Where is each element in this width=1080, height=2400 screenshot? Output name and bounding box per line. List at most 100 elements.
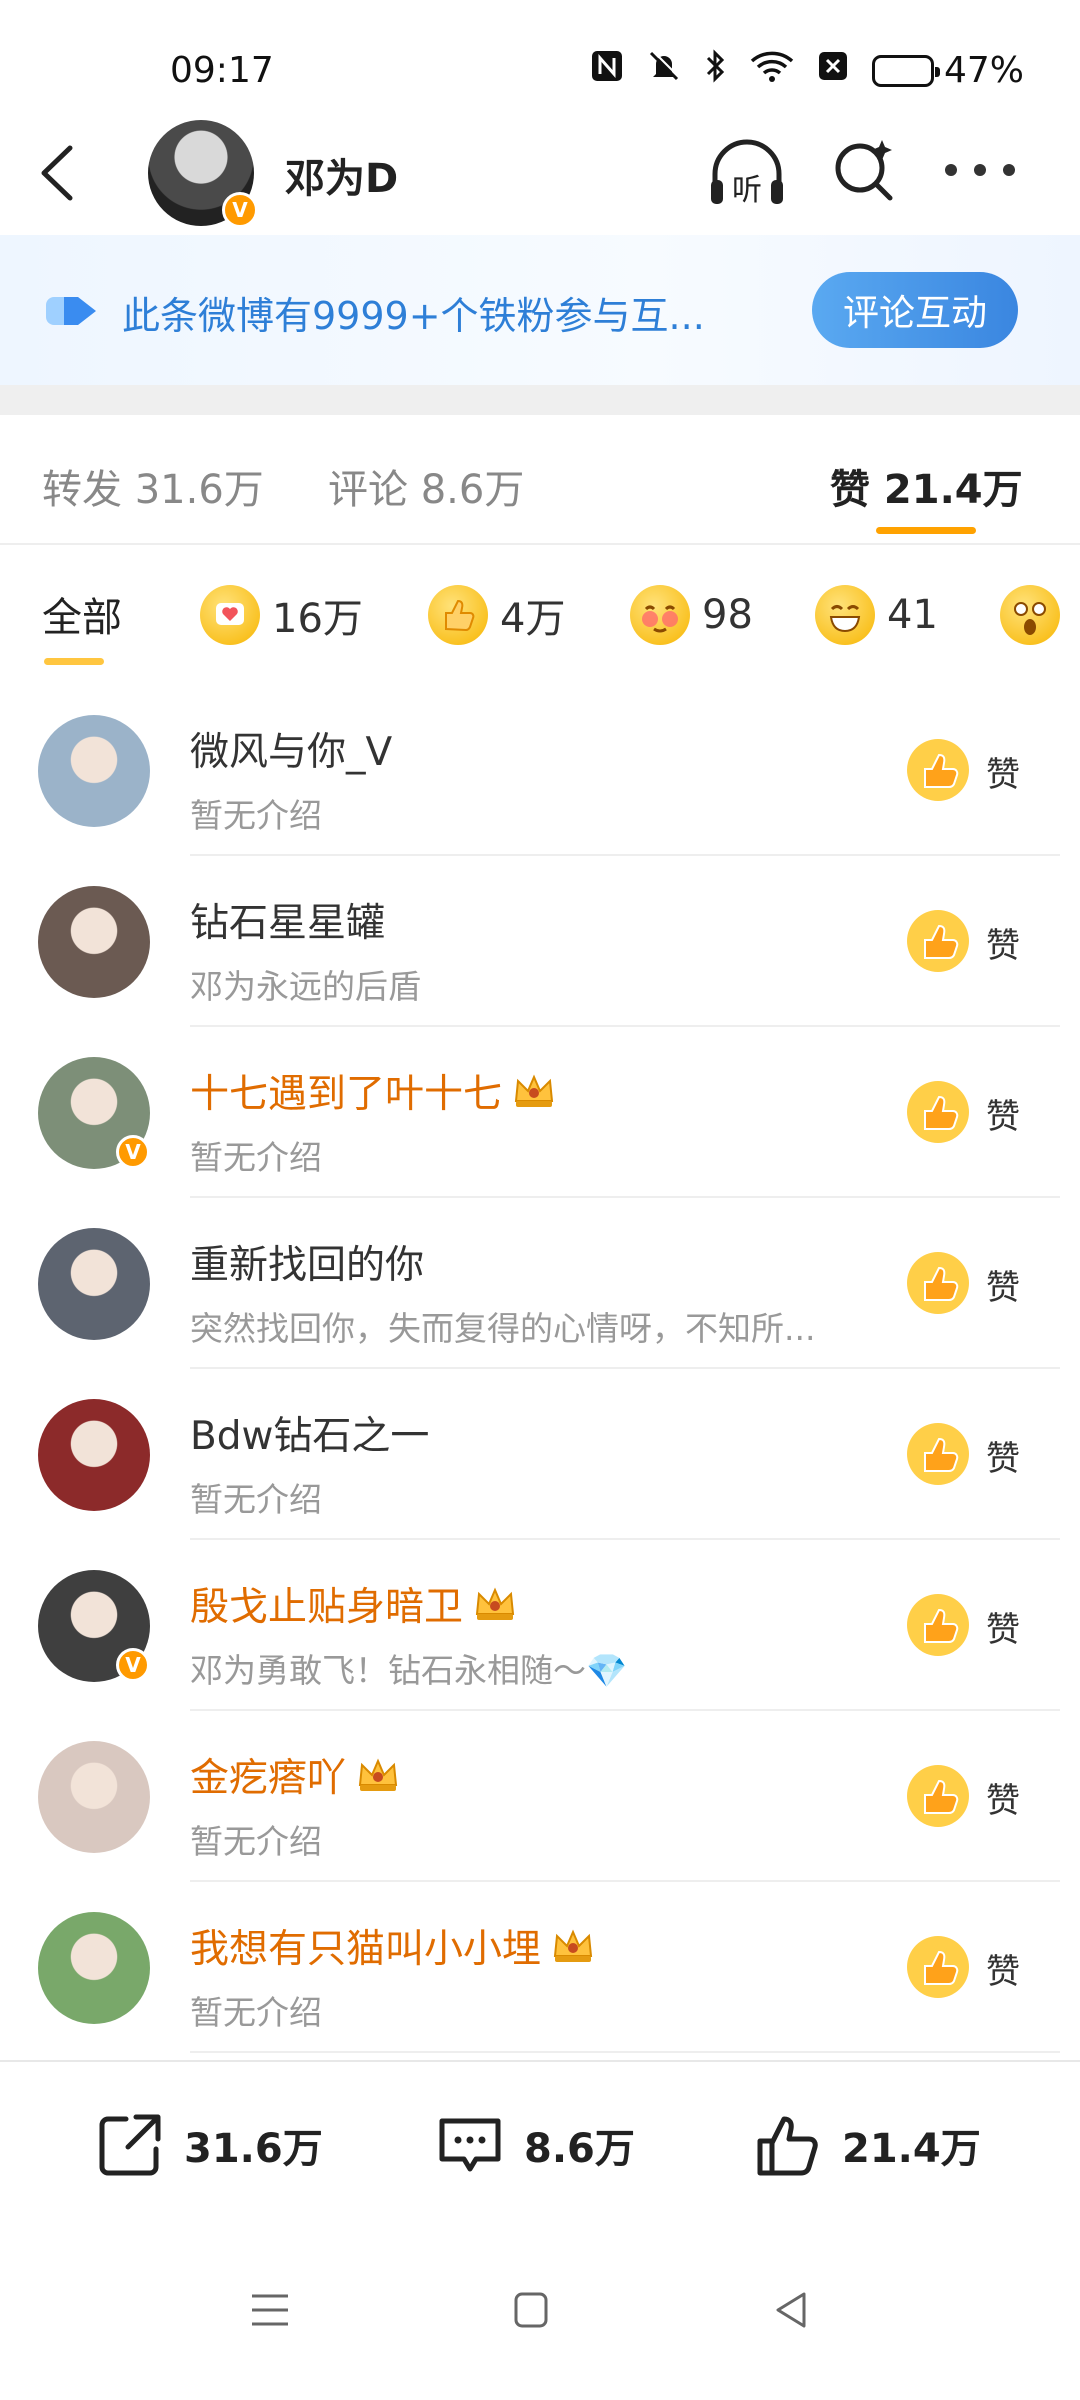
like-reaction-label: 赞 xyxy=(986,1781,1020,1821)
user-name-text: Bdw钻石之一 xyxy=(190,1414,430,1459)
thumbs-up-emoji-icon xyxy=(905,1763,971,1829)
filter-grin-face[interactable]: 41 xyxy=(815,585,938,645)
filter-heart-face[interactable]: 16万 xyxy=(200,585,363,645)
user-bio: 暂无介绍 xyxy=(190,1993,322,2032)
user-name-text: 钻石星星罐 xyxy=(190,901,386,946)
nav-home-button[interactable] xyxy=(500,2280,560,2340)
fan-interaction-banner[interactable]: 此条微博有9999+个铁粉参与互... 评论互动 xyxy=(0,235,1080,385)
grin-face-emoji-icon xyxy=(815,585,875,645)
liker-row[interactable]: 我想有只猫叫小小埋暂无介绍 赞 xyxy=(0,1882,1080,2053)
play-arrows-icon xyxy=(46,297,96,325)
thumbs-up-emoji-icon xyxy=(428,585,488,645)
like-reaction-label: 赞 xyxy=(986,755,1020,795)
more-options-button[interactable] xyxy=(945,150,1015,190)
comment-button[interactable]: 8.6万 xyxy=(432,2107,635,2183)
like-button[interactable]: 21.4万 xyxy=(750,2107,981,2183)
liker-row[interactable]: 微风与你_V 暂无介绍 赞 xyxy=(0,685,1080,856)
tab-reposts[interactable]: 转发 31.6万 xyxy=(42,457,264,515)
liker-row[interactable]: V 十七遇到了叶十七 暂无介绍 赞 xyxy=(0,1027,1080,1198)
filter-count: 4万 xyxy=(500,596,566,642)
user-name[interactable]: 殷戈止贴身暗卫 xyxy=(190,1576,517,1632)
thumbs-up-emoji-icon xyxy=(905,1592,971,1658)
filter-count: 16万 xyxy=(272,596,363,642)
tab-comments[interactable]: 评论 8.6万 xyxy=(328,457,524,515)
user-name-text: 微风与你_V xyxy=(190,730,393,775)
user-avatar[interactable] xyxy=(38,1912,150,2024)
status-icons: 47% xyxy=(590,48,1024,93)
user-avatar[interactable]: V xyxy=(38,1057,150,1169)
section-divider xyxy=(0,385,1080,415)
like-reaction-label: 赞 xyxy=(986,1268,1020,1308)
nav-menu-button[interactable] xyxy=(240,2280,300,2340)
user-avatar[interactable]: V xyxy=(38,1570,150,1682)
user-name[interactable]: 十七遇到了叶十七 xyxy=(190,1063,556,1119)
like-reaction-label: 赞 xyxy=(986,1952,1020,1992)
filter-shy-face[interactable]: 98 xyxy=(630,585,753,645)
user-avatar[interactable] xyxy=(38,1228,150,1340)
repost-button[interactable]: 31.6万 xyxy=(92,2107,323,2183)
search-button[interactable] xyxy=(830,136,900,206)
clock: 09:17 xyxy=(170,50,274,91)
filter-all[interactable]: 全部 xyxy=(42,585,122,643)
vip-crown-icon xyxy=(551,1926,595,1966)
more-dot-icon xyxy=(945,164,957,176)
liker-row[interactable]: V 殷戈止贴身暗卫 邓为勇敢飞！钻石永相随～💎 赞 xyxy=(0,1540,1080,1711)
active-filter-indicator xyxy=(44,658,104,665)
nfc-icon xyxy=(590,49,624,92)
menu-icon xyxy=(252,2294,288,2326)
row-divider xyxy=(190,2051,1060,2053)
listen-button[interactable]: 听 xyxy=(705,132,789,216)
user-bio: 暂无介绍 xyxy=(190,796,322,835)
surprised-face-emoji-icon xyxy=(1000,585,1060,645)
like-reaction-label: 赞 xyxy=(986,926,1020,966)
no-sim-icon xyxy=(816,49,850,92)
back-button[interactable] xyxy=(30,138,90,208)
filter-surprised-face[interactable] xyxy=(1000,585,1060,645)
vip-crown-icon xyxy=(356,1755,400,1795)
like-reaction-label: 赞 xyxy=(986,1610,1020,1650)
liker-row[interactable]: 重新找回的你 突然找回你，失而复得的心情呀，不知所... 赞 xyxy=(0,1198,1080,1369)
user-avatar[interactable] xyxy=(38,886,150,998)
user-bio: 暂无介绍 xyxy=(190,1822,322,1861)
home-square-icon xyxy=(514,2292,548,2328)
tab-likes[interactable]: 赞 21.4万 xyxy=(830,457,1023,515)
liker-row[interactable]: 钻石星星罐邓为永远的后盾 赞 xyxy=(0,856,1080,1027)
more-dot-icon xyxy=(1003,164,1015,176)
bluetooth-icon xyxy=(704,48,728,93)
user-name[interactable]: 重新找回的你 xyxy=(190,1234,424,1290)
thumbs-up-emoji-icon xyxy=(905,908,971,974)
user-name[interactable]: Bdw钻石之一 xyxy=(190,1405,429,1461)
repost-count: 31.6万 xyxy=(184,2126,323,2172)
user-name-text: 十七遇到了叶十七 xyxy=(190,1072,503,1117)
thumbs-up-icon xyxy=(757,2116,818,2176)
top-header: V 邓为D 听 xyxy=(0,110,1080,235)
filter-count: 41 xyxy=(887,592,938,638)
verified-badge-icon: V xyxy=(222,192,258,228)
filter-thumbs-up[interactable]: 4万 xyxy=(428,585,565,645)
account-name[interactable]: 邓为D xyxy=(285,146,398,204)
wifi-icon xyxy=(750,49,794,92)
comment-interact-button[interactable]: 评论互动 xyxy=(812,272,1018,348)
user-name-text: 金疙瘩吖 xyxy=(190,1756,347,1801)
user-name[interactable]: 我想有只猫叫小小埋 xyxy=(190,1918,595,1974)
headphones-icon: 听 xyxy=(711,139,783,208)
user-name[interactable]: 微风与你_V xyxy=(190,721,392,777)
user-bio: 暂无介绍 xyxy=(190,1480,322,1519)
nav-back-button[interactable] xyxy=(762,2280,822,2340)
verified-badge-icon: V xyxy=(116,1648,150,1682)
user-name-text: 重新找回的你 xyxy=(190,1243,425,1288)
battery-percent: 47% xyxy=(944,50,1025,91)
chevron-left-icon xyxy=(41,145,73,201)
user-bio: 邓为永远的后盾 xyxy=(190,967,421,1006)
user-name[interactable]: 金疙瘩吖 xyxy=(190,1747,400,1803)
liker-row[interactable]: 金疙瘩吖暂无介绍 赞 xyxy=(0,1711,1080,1882)
user-name[interactable]: 钻石星星罐 xyxy=(190,892,385,948)
user-avatar[interactable] xyxy=(38,1741,150,1853)
user-avatar[interactable] xyxy=(38,1399,150,1511)
account-avatar[interactable]: V xyxy=(148,120,258,228)
battery-indicator: 47% xyxy=(872,50,1024,91)
liker-row[interactable]: Bdw钻石之一 暂无介绍 赞 xyxy=(0,1369,1080,1540)
user-avatar[interactable] xyxy=(38,715,150,827)
shy-face-emoji-icon xyxy=(630,585,690,645)
comment-bubble-icon xyxy=(439,2118,501,2172)
